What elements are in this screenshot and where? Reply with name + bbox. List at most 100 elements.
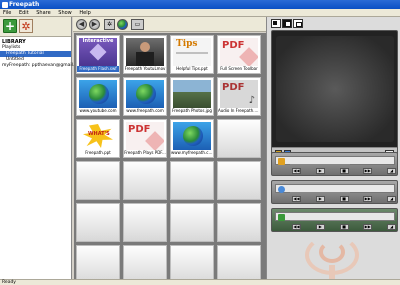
empty-tile[interactable] xyxy=(76,245,120,279)
globe-icon xyxy=(278,186,285,193)
media-thumbnail: PDF xyxy=(126,122,164,150)
status-bar: Ready xyxy=(0,279,400,285)
media-thumbnail: Tips xyxy=(173,38,211,66)
audio-stop-button[interactable]: ■ xyxy=(339,223,349,230)
preview-pane: ▭ xyxy=(271,30,398,160)
media-caption: Freepath Plays PDF... xyxy=(124,150,166,155)
video-seek-slider[interactable] xyxy=(290,164,350,165)
media-thumbnail xyxy=(126,38,164,66)
empty-tile[interactable] xyxy=(170,161,214,200)
empty-tile[interactable] xyxy=(217,203,261,242)
view-button[interactable]: ▭ xyxy=(131,19,144,30)
media-caption: Helpful Tips.ppt xyxy=(176,66,208,71)
grid-toolbar: ◀ ▶ ✲ ▭ xyxy=(73,17,266,32)
media-thumbnail: WHAT'S xyxy=(79,122,117,150)
status-text: Ready xyxy=(2,280,16,285)
menu-help[interactable]: Help xyxy=(76,9,93,17)
menu-edit[interactable]: Edit xyxy=(16,9,32,17)
media-tile[interactable]: PDF Full Screen Toolbar xyxy=(217,35,261,74)
media-caption: www.youtube.com xyxy=(79,108,117,113)
web-track[interactable] xyxy=(275,184,395,193)
thumb-overlay-text: PDF xyxy=(128,124,151,135)
view-mode-outline-button[interactable] xyxy=(293,19,303,28)
web-play-button[interactable]: ▶ xyxy=(315,195,325,202)
menu-show[interactable]: Show xyxy=(55,9,75,17)
video-icon xyxy=(278,158,285,165)
preview-screen[interactable] xyxy=(276,36,394,142)
web-stop-button[interactable]: ■ xyxy=(339,195,349,202)
title-bar: Freepath xyxy=(0,0,400,9)
media-tile[interactable]: Interactive Freepath Flash.swf xyxy=(76,35,120,74)
add-item-button[interactable]: + xyxy=(3,19,17,33)
video-forward-button[interactable]: ▶▶ xyxy=(363,167,373,174)
library-title: LIBRARY xyxy=(2,39,26,45)
audio-seek-slider[interactable] xyxy=(290,220,350,221)
audio-forward-button[interactable]: ▶▶ xyxy=(363,223,373,230)
video-stop-button[interactable]: ■ xyxy=(339,167,349,174)
web-button[interactable] xyxy=(117,19,128,30)
menu-file[interactable]: File xyxy=(0,9,14,17)
media-tile[interactable]: PDF ♪ Audio In Freepath.m... xyxy=(217,77,261,116)
media-tile[interactable]: Tips Helpful Tips.ppt xyxy=(170,35,214,74)
empty-tile[interactable] xyxy=(170,203,214,242)
back-button[interactable]: ◀ xyxy=(76,19,87,30)
empty-tile[interactable] xyxy=(76,203,120,242)
audio-volume-button[interactable]: ◢ xyxy=(387,223,396,230)
view-mode-dark-button[interactable] xyxy=(282,19,292,28)
empty-tile[interactable] xyxy=(170,245,214,279)
audio-controls: ◀◀ ▶ ■ ▶▶ ◢ xyxy=(292,223,396,230)
media-tile[interactable]: Freepath YoutuLmov xyxy=(123,35,167,74)
arrow-right-icon: ▶ xyxy=(91,20,98,28)
empty-tile[interactable] xyxy=(217,245,261,279)
media-tile[interactable]: PDF Freepath Plays PDF... xyxy=(123,119,167,158)
photo-sky xyxy=(173,80,211,92)
audio-play-button[interactable]: ▶ xyxy=(315,223,325,230)
audio-track[interactable] xyxy=(275,212,395,221)
settings-button[interactable]: ✲ xyxy=(19,19,33,33)
media-thumbnail xyxy=(173,122,211,150)
empty-tile[interactable] xyxy=(123,161,167,200)
web-player: ◀◀ ▶ ■ ▶▶ ◢ xyxy=(271,180,398,204)
library-toolbar: + ✲ xyxy=(0,17,71,37)
app-icon xyxy=(2,1,8,8)
media-tile[interactable]: www.myfreepath.com xyxy=(170,119,214,158)
tree-item[interactable]: myFreepath: ppthaevan@gmail.com xyxy=(0,63,84,69)
empty-tile[interactable] xyxy=(123,245,167,279)
forward-button[interactable]: ▶ xyxy=(89,19,100,30)
thumb-overlay-text: PDF xyxy=(222,82,245,93)
media-tile[interactable]: WHAT'S Freepath.ppt xyxy=(76,119,120,158)
video-track[interactable] xyxy=(275,156,395,165)
empty-tile[interactable] xyxy=(217,161,261,200)
web-forward-button[interactable]: ▶▶ xyxy=(363,195,373,202)
video-play-button[interactable]: ▶ xyxy=(315,167,325,174)
settings-tool-button[interactable]: ✲ xyxy=(104,19,115,30)
media-caption: Freepath YoutuLmov xyxy=(124,66,166,71)
media-tile[interactable]: www.freepath.com xyxy=(123,77,167,116)
menu-share[interactable]: Share xyxy=(33,9,53,17)
freepath-logo xyxy=(297,235,367,279)
audio-rewind-button[interactable]: ◀◀ xyxy=(292,223,301,230)
video-player: ◀◀ ▶ ■ ▶▶ ◢ xyxy=(271,152,398,176)
media-thumbnail: PDF ♪ xyxy=(220,80,258,108)
view-mode-light-button[interactable] xyxy=(271,19,281,28)
web-rewind-button[interactable]: ◀◀ xyxy=(292,195,301,202)
empty-tile[interactable] xyxy=(76,161,120,200)
media-tile[interactable]: www.youtube.com xyxy=(76,77,120,116)
web-seek-slider[interactable] xyxy=(290,192,350,193)
web-volume-button[interactable]: ◢ xyxy=(387,195,396,202)
window-title: Freepath xyxy=(9,1,40,8)
thumb-overlay-text: Tips xyxy=(176,39,198,49)
video-controls: ◀◀ ▶ ■ ▶▶ ◢ xyxy=(292,167,396,174)
media-tile[interactable]: Freepath Photos.jpg xyxy=(170,77,214,116)
video-volume-button[interactable]: ◢ xyxy=(387,167,396,174)
library-sidebar: + ✲ LIBRARY Playlists Freepath Tutorial Un… xyxy=(0,17,84,279)
video-rewind-button[interactable]: ◀◀ xyxy=(292,167,301,174)
media-caption: Freepath.ppt xyxy=(85,150,111,155)
plus-icon: + xyxy=(4,19,16,33)
person-head xyxy=(140,42,150,52)
empty-tile[interactable] xyxy=(217,119,261,158)
menu-bar: File Edit Share Show Help xyxy=(0,9,400,17)
gear-icon: ✲ xyxy=(106,21,113,28)
diamond-icon xyxy=(89,43,107,61)
empty-tile[interactable] xyxy=(123,203,167,242)
